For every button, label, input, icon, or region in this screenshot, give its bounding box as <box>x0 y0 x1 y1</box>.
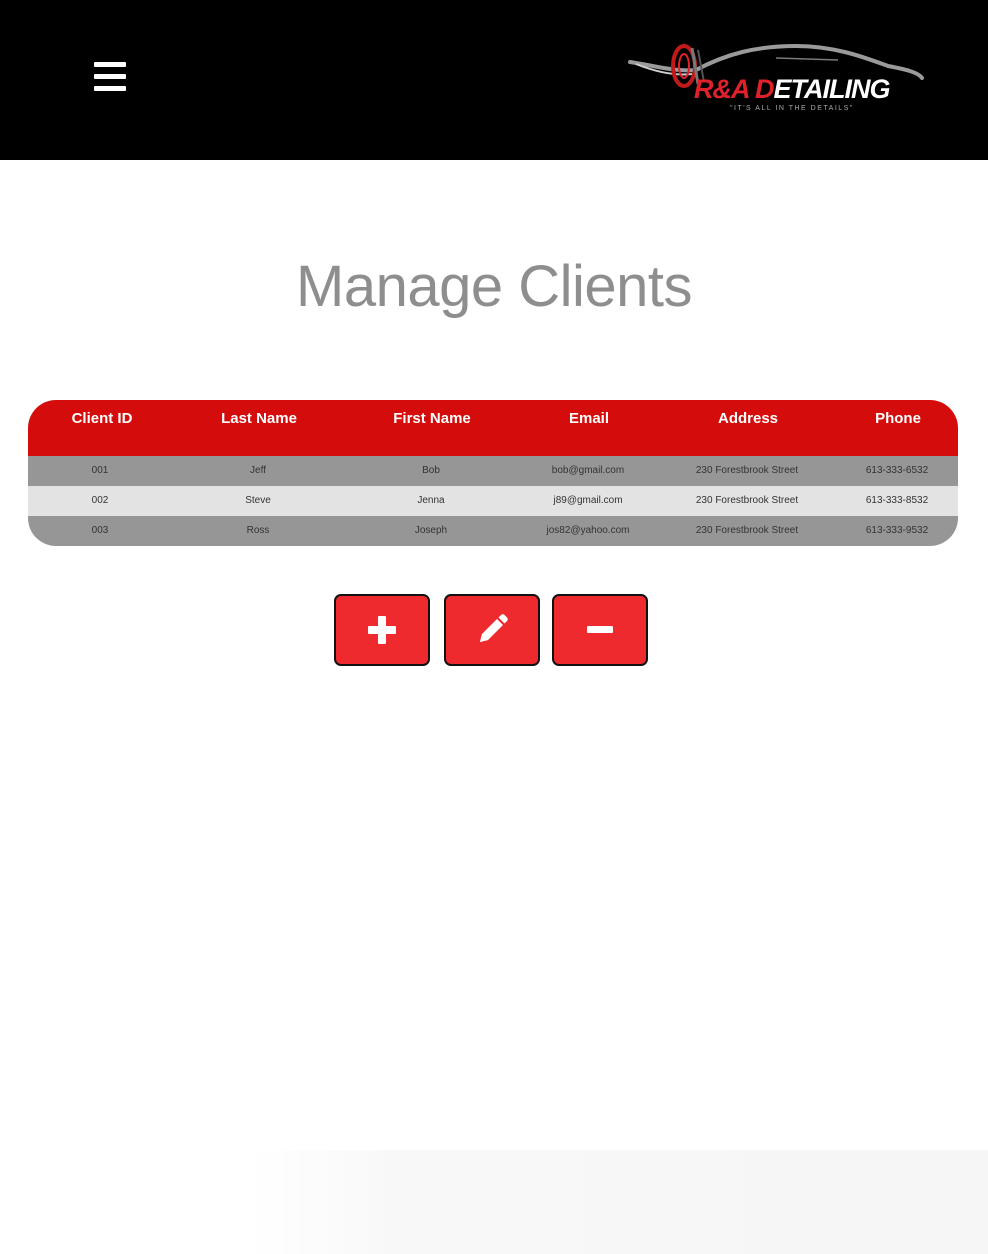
hamburger-menu-icon[interactable] <box>92 60 128 94</box>
cell-phone: 613-333-8532 <box>865 495 929 506</box>
cell-client-id: 001 <box>91 465 109 476</box>
table-header: Client ID Last Name First Name Email Add… <box>28 400 958 456</box>
cell-email: j89@gmail.com <box>553 495 623 506</box>
cell-address: 230 Forestbrook Street <box>695 525 799 536</box>
cell-client-id: 002 <box>91 495 109 506</box>
brand-logo[interactable]: R&A DETAILING "IT'S ALL IN THE DETAILS" <box>626 36 926 120</box>
brand-d: D <box>755 74 774 104</box>
cell-last-name: Jeff <box>250 465 266 476</box>
menu-bar <box>94 74 126 79</box>
column-header-client-id[interactable]: Client ID <box>72 410 133 427</box>
brand-wordmark: R&A DETAILING <box>694 74 891 104</box>
cell-email: bob@gmail.com <box>551 465 625 476</box>
table-row[interactable]: 003 Ross Joseph jos82@yahoo.com 230 Fore… <box>28 516 958 546</box>
column-header-address[interactable]: Address <box>718 410 778 427</box>
column-header-last-name[interactable]: Last Name <box>221 410 297 427</box>
page-title: Manage Clients <box>296 254 693 319</box>
column-header-phone[interactable]: Phone <box>875 410 921 427</box>
clients-table: Client ID Last Name First Name Email Add… <box>28 400 958 546</box>
cell-first-name: Bob <box>422 465 440 476</box>
table-row[interactable]: 002 Steve Jenna j89@gmail.com 230 Forest… <box>28 486 958 516</box>
cell-address: 230 Forestbrook Street <box>695 465 799 476</box>
cell-client-id: 003 <box>91 525 109 536</box>
pencil-icon <box>480 614 508 642</box>
cell-address: 230 Forestbrook Street <box>695 495 799 506</box>
menu-bar <box>94 86 126 91</box>
minus-icon <box>587 626 613 633</box>
cell-last-name: Ross <box>246 525 270 536</box>
menu-bar <box>94 62 126 67</box>
edit-button[interactable] <box>444 594 540 666</box>
remove-button[interactable] <box>552 594 648 666</box>
cell-last-name: Steve <box>245 495 271 506</box>
cell-phone: 613-333-6532 <box>865 465 929 476</box>
column-header-email[interactable]: Email <box>569 410 609 427</box>
column-header-first-name[interactable]: First Name <box>393 410 471 427</box>
top-header: R&A DETAILING "IT'S ALL IN THE DETAILS" <box>0 0 988 160</box>
add-button[interactable] <box>334 594 430 666</box>
plus-icon <box>368 616 396 644</box>
cell-first-name: Joseph <box>414 525 448 536</box>
brand-ra: R&A <box>694 74 755 104</box>
brand-tagline: "IT'S ALL IN THE DETAILS" <box>730 105 854 112</box>
cell-first-name: Jenna <box>417 495 445 506</box>
bottom-shadow <box>0 1150 988 1254</box>
cell-email: jos82@yahoo.com <box>546 525 630 536</box>
brand-rest: ETAILING <box>773 74 891 104</box>
table-row[interactable]: 001 Jeff Bob bob@gmail.com 230 Forestbro… <box>28 456 958 486</box>
cell-phone: 613-333-9532 <box>865 525 929 536</box>
